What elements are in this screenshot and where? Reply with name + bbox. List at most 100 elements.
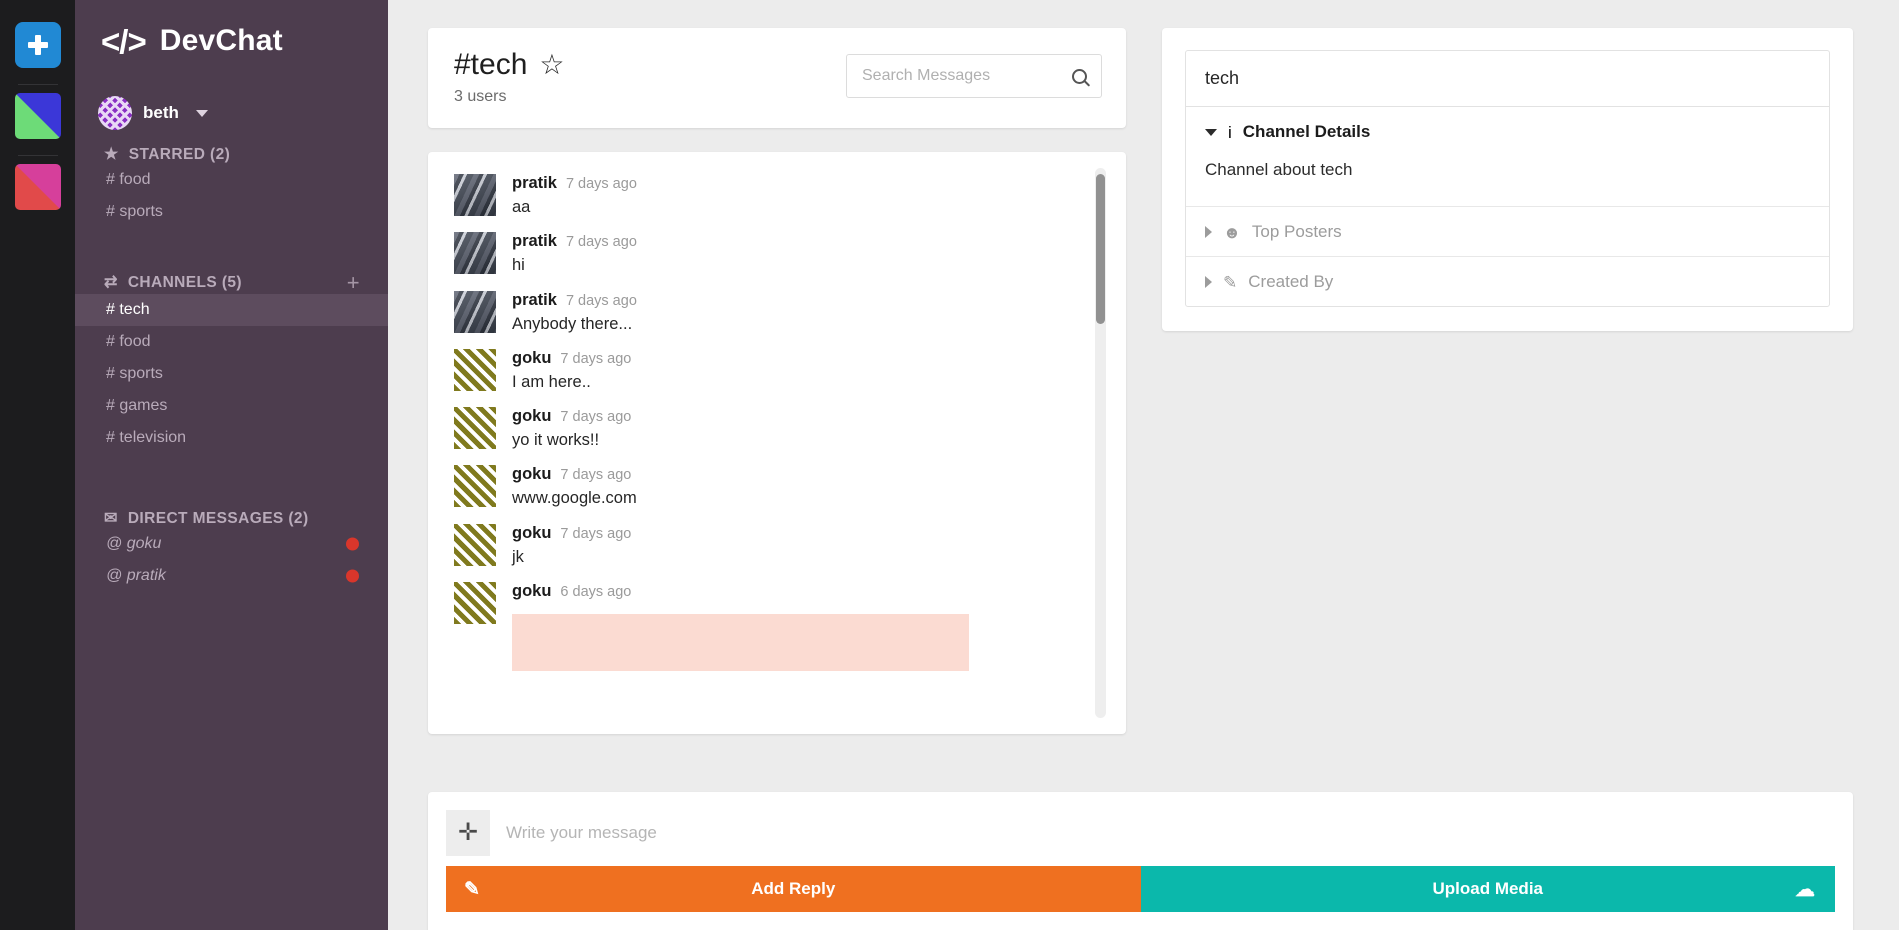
channel-details-card: i Channel Details Channel about tech ☻ T… bbox=[1162, 28, 1853, 331]
message-header: goku 7 days ago bbox=[512, 465, 1126, 484]
add-workspace-button[interactable] bbox=[14, 22, 61, 68]
sidebar-item-dm-pratik[interactable]: @ pratik bbox=[75, 560, 388, 592]
cloud-upload-icon: ☁ bbox=[1795, 878, 1815, 901]
accordion-channel-details[interactable]: i Channel Details bbox=[1186, 107, 1829, 156]
avatar bbox=[454, 290, 496, 333]
avatar bbox=[454, 232, 496, 275]
starred-item-label: # sports bbox=[106, 203, 163, 220]
composer-actions: ✎ Add Reply Upload Media ☁ bbox=[446, 866, 1835, 912]
accordion-label: Created By bbox=[1248, 272, 1334, 291]
message-timestamp: 7 days ago bbox=[565, 292, 637, 309]
message-author: pratik bbox=[512, 232, 557, 251]
sidebar: </> DevChat beth ★ STARRED (2) # food # … bbox=[75, 0, 388, 930]
add-channel-button[interactable]: + bbox=[347, 272, 360, 294]
message-input[interactable] bbox=[490, 810, 1835, 856]
details-search-row[interactable] bbox=[1186, 51, 1829, 107]
channel-name: #tech bbox=[454, 48, 528, 81]
scrollbar-thumb[interactable] bbox=[1096, 174, 1105, 324]
accordion-created-by[interactable]: ✎ Created By bbox=[1186, 256, 1829, 306]
message-row: goku 7 days ago www.google.com bbox=[428, 465, 1126, 523]
composer-input-row: ✛ bbox=[446, 810, 1835, 856]
sidebar-item-food[interactable]: # food bbox=[75, 326, 388, 358]
message-header: goku 7 days ago bbox=[512, 407, 1126, 426]
info-icon: i bbox=[1228, 122, 1232, 142]
avatar bbox=[98, 96, 132, 130]
chat-header-left: #tech ☆ 3 users bbox=[454, 48, 565, 106]
details-search-input[interactable] bbox=[1205, 68, 1810, 89]
section-starred[interactable]: ★ STARRED (2) bbox=[75, 130, 388, 164]
person-icon: ☻ bbox=[1223, 222, 1241, 242]
message-timestamp: 7 days ago bbox=[565, 234, 637, 251]
accordion-label: Channel Details bbox=[1242, 122, 1371, 141]
code-logo-icon: </> bbox=[101, 22, 147, 60]
sidebar-item-television[interactable]: # television bbox=[75, 422, 388, 454]
compose-icon: ✎ bbox=[464, 878, 480, 900]
top-area: #tech ☆ 3 users Search Messages pratik 7… bbox=[388, 0, 1899, 734]
brand: </> DevChat bbox=[75, 0, 388, 58]
chevron-down-icon bbox=[1205, 128, 1217, 136]
message-author: pratik bbox=[512, 290, 557, 309]
current-user-menu[interactable]: beth bbox=[75, 58, 388, 130]
message-author: goku bbox=[512, 581, 552, 600]
envelope-icon: ✉ bbox=[104, 510, 118, 527]
upload-media-button[interactable]: Upload Media ☁ bbox=[1140, 866, 1835, 912]
sidebar-item-sports[interactable]: # sports bbox=[75, 358, 388, 390]
current-user-name: beth bbox=[143, 103, 179, 122]
app-root: </> DevChat beth ★ STARRED (2) # food # … bbox=[0, 0, 1899, 930]
message-list: pratik 7 days ago aa pratik 7 days ago h… bbox=[428, 152, 1126, 734]
avatar bbox=[454, 348, 496, 391]
message-text: I am here.. bbox=[512, 372, 591, 391]
message-timestamp: 7 days ago bbox=[565, 176, 637, 192]
message-text: Anybody there... bbox=[512, 314, 633, 333]
chevron-right-icon bbox=[1205, 276, 1212, 288]
message-header: goku 6 days ago bbox=[512, 582, 1126, 601]
accordion-label: Top Posters bbox=[1251, 222, 1342, 241]
channel-label: # games bbox=[106, 397, 168, 414]
details-column: i Channel Details Channel about tech ☻ T… bbox=[1162, 28, 1853, 734]
workspace-tile-2[interactable] bbox=[14, 164, 61, 210]
message-media-attachment[interactable] bbox=[512, 613, 969, 671]
avatar bbox=[454, 465, 496, 508]
unread-badge bbox=[346, 569, 359, 583]
favorite-star-icon[interactable]: ☆ bbox=[539, 51, 564, 79]
section-starred-label: STARRED (2) bbox=[128, 146, 231, 163]
search-messages-box[interactable] bbox=[846, 54, 1102, 98]
avatar bbox=[454, 581, 496, 624]
message-row: goku 7 days ago I am here.. bbox=[428, 348, 1126, 407]
channel-label: # tech bbox=[106, 301, 150, 318]
workspace-tile-1[interactable] bbox=[14, 93, 61, 139]
add-reply-button[interactable]: ✎ Add Reply bbox=[446, 866, 1141, 912]
sidebar-item-starred-sports[interactable]: # sports bbox=[75, 196, 388, 228]
attach-button[interactable]: ✛ bbox=[446, 810, 490, 856]
sidebar-item-dm-goku[interactable]: @ goku bbox=[75, 528, 388, 560]
rail-divider bbox=[17, 84, 58, 85]
message-list-card: pratik 7 days ago aa pratik 7 days ago h… bbox=[428, 152, 1126, 734]
section-direct-messages[interactable]: ✉ DIRECT MESSAGES (2) bbox=[75, 494, 388, 528]
app-title: DevChat bbox=[159, 24, 283, 57]
sidebar-item-tech[interactable]: # tech bbox=[75, 294, 388, 326]
message-text: www.google.com bbox=[512, 489, 637, 508]
add-reply-label: Add Reply bbox=[751, 879, 836, 898]
message-body: goku 7 days ago www.google.com bbox=[512, 465, 1126, 509]
section-dm-label: DIRECT MESSAGES (2) bbox=[127, 510, 309, 527]
sidebar-item-games[interactable]: # games bbox=[75, 390, 388, 422]
message-body: goku 7 days ago jk bbox=[512, 524, 1126, 568]
message-row: pratik 7 days ago Anybody there... bbox=[428, 290, 1126, 349]
message-header: goku 7 days ago bbox=[512, 349, 1126, 368]
sidebar-item-starred-food[interactable]: # food bbox=[75, 164, 388, 196]
search-input[interactable] bbox=[862, 67, 1072, 85]
message-body: goku 7 days ago I am here.. bbox=[512, 349, 1126, 393]
search-icon[interactable] bbox=[1072, 68, 1087, 84]
chevron-down-icon[interactable] bbox=[195, 109, 208, 117]
message-body: pratik 7 days ago Anybody there... bbox=[512, 291, 1126, 335]
message-timestamp: 7 days ago bbox=[560, 409, 632, 426]
message-scrollbar[interactable] bbox=[1095, 168, 1106, 718]
section-channels[interactable]: ⇄ CHANNELS (5) + bbox=[75, 256, 388, 294]
page-title: #tech ☆ bbox=[454, 48, 565, 82]
message-body: pratik 7 days ago hi bbox=[512, 232, 1126, 276]
star-icon: ★ bbox=[104, 146, 119, 163]
composer-wrap: ✛ ✎ Add Reply Upload Media ☁ bbox=[388, 792, 1899, 930]
message-row: goku 6 days ago bbox=[428, 581, 1126, 685]
accordion-top-posters[interactable]: ☻ Top Posters bbox=[1186, 206, 1829, 256]
